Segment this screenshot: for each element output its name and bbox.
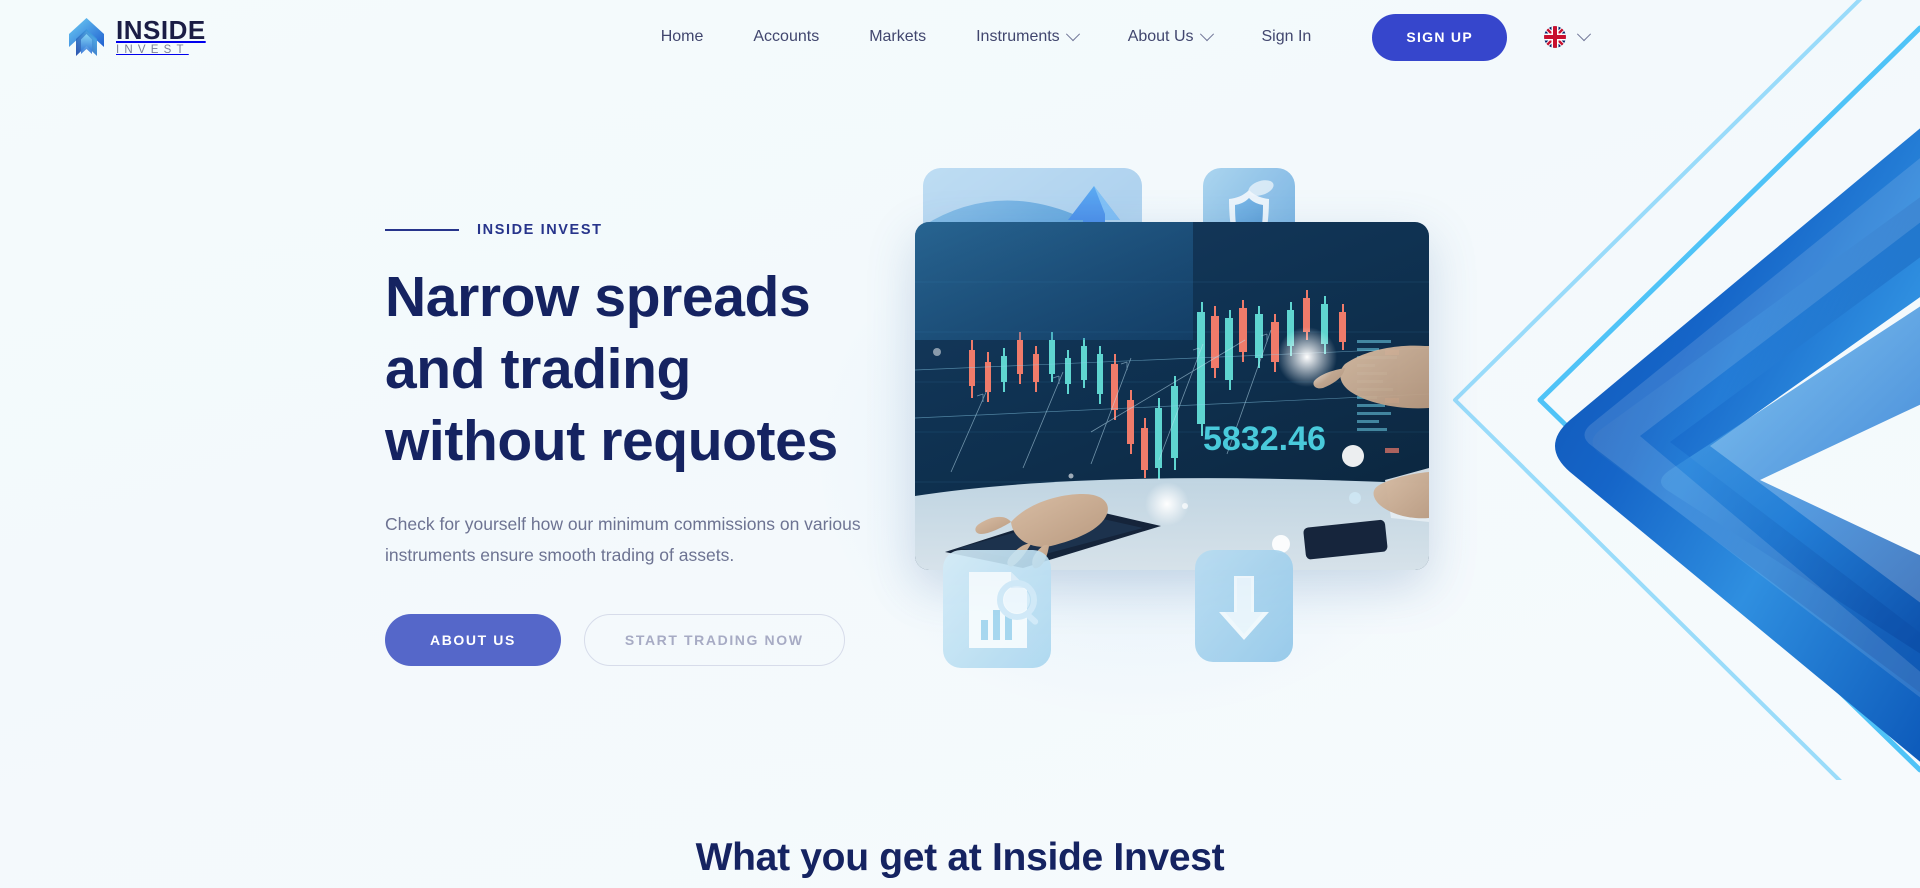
hero-cta-group: ABOUT US START TRADING NOW xyxy=(385,613,945,666)
logo-title: INSIDE xyxy=(116,15,206,46)
nav-item-about-us[interactable]: About Us xyxy=(1103,22,1237,52)
chevron-down-icon xyxy=(1065,27,1080,42)
nav-label: Markets xyxy=(869,28,927,45)
start-trading-now-button[interactable]: START TRADING NOW xyxy=(583,613,845,666)
eyebrow-rule xyxy=(385,229,459,231)
nav-label: Instruments xyxy=(976,28,1060,45)
eyebrow-label: INSIDE INVEST xyxy=(477,222,603,238)
site-header: INSIDE INVEST Home Accounts Markets Inst… xyxy=(0,0,1920,74)
nav-item-sign-in[interactable]: Sign In xyxy=(1237,22,1337,52)
uk-flag-icon xyxy=(1543,26,1566,48)
nav-item-home[interactable]: Home xyxy=(636,22,729,52)
document-analysis-card xyxy=(943,550,1051,668)
benefits-section: What you get at Inside Invest xyxy=(0,810,1920,888)
language-selector[interactable] xyxy=(1543,26,1592,48)
nav-item-accounts[interactable]: Accounts xyxy=(728,22,844,52)
logo-tagline: INVEST xyxy=(116,44,189,57)
arrow-chevron-logo-icon xyxy=(68,16,105,58)
ticker-value: 5832.46 xyxy=(1203,420,1326,458)
hero-title-line-1: Narrow spreads xyxy=(385,265,811,329)
about-us-button[interactable]: ABOUT US xyxy=(385,613,561,666)
nav-label: Home xyxy=(660,28,704,45)
nav-label: Sign In xyxy=(1261,28,1312,45)
logo[interactable]: INSIDE INVEST xyxy=(68,16,206,58)
section-title: What you get at Inside Invest xyxy=(695,836,1225,879)
sign-up-button[interactable]: SIGN UP xyxy=(1372,13,1507,61)
trading-screen-card: 5832.46 xyxy=(915,222,1429,570)
hero-section: INSIDE INVEST Narrow spreads and trading… xyxy=(0,0,1920,810)
nav-item-markets[interactable]: Markets xyxy=(844,22,951,52)
nav-label: About Us xyxy=(1127,28,1194,45)
chevron-down-icon xyxy=(1199,27,1214,42)
chevron-down-icon xyxy=(1576,27,1592,42)
nav-item-instruments[interactable]: Instruments xyxy=(951,22,1103,52)
main-navigation: Home Accounts Markets Instruments About … xyxy=(636,22,1337,52)
download-card xyxy=(1195,550,1293,662)
hero-image-collage: 5832.46 xyxy=(820,150,1555,720)
landing-page: INSIDE INVEST Home Accounts Markets Inst… xyxy=(0,0,1920,888)
nav-label: Accounts xyxy=(753,28,820,45)
hero-eyebrow: INSIDE INVEST xyxy=(385,222,945,238)
